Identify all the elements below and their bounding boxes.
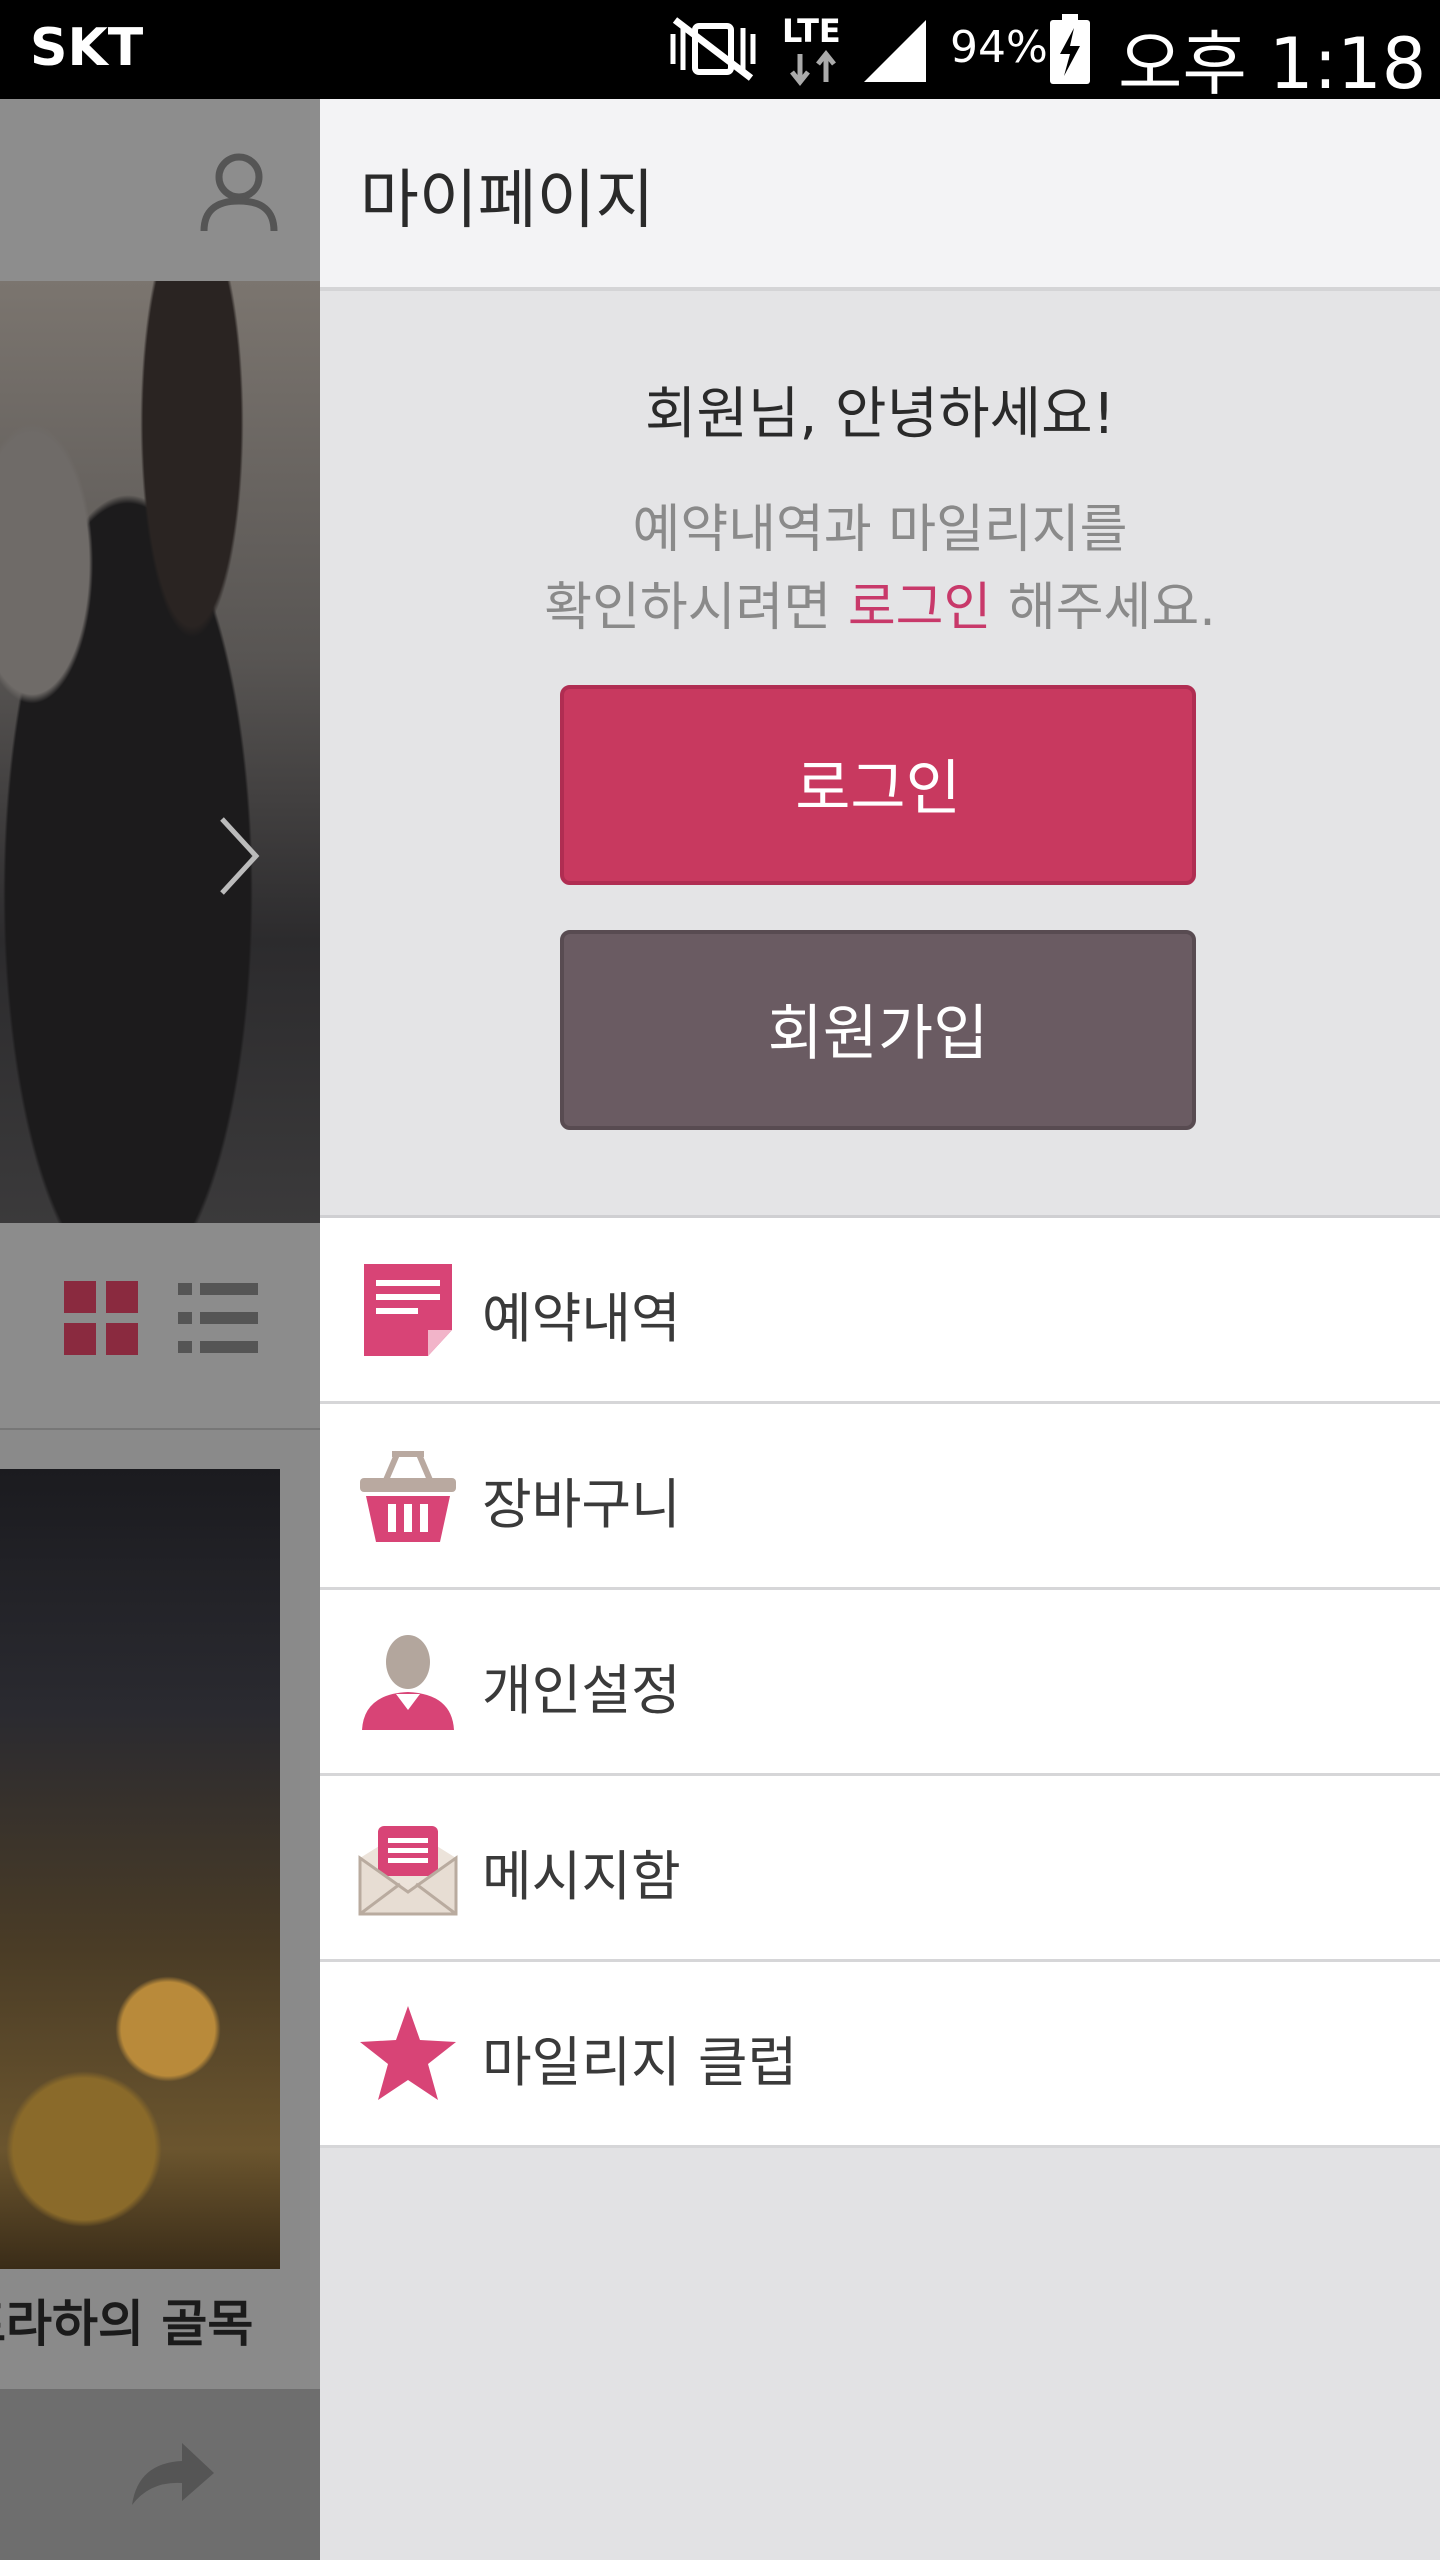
- menu-item-reservations[interactable]: 예약내역: [320, 1218, 1440, 1404]
- login-prompt-link: 로그인: [847, 578, 992, 638]
- login-prompt-text: 예약내역과 마일리지를 확인하시려면 로그인 해주세요.: [320, 491, 1440, 647]
- basket-icon: [358, 1446, 458, 1546]
- menu-item-messages[interactable]: 메시지함: [320, 1776, 1440, 1962]
- person-icon: [358, 1632, 458, 1732]
- user-profile-icon[interactable]: [196, 149, 282, 239]
- carrier-label: SKT: [30, 18, 144, 78]
- login-prompt-pre: 확인하시려면: [544, 578, 848, 638]
- drawer-header: 마이페이지: [320, 99, 1440, 291]
- menu-label: 마일리지 클럽: [482, 2031, 798, 2094]
- login-prompt-line2: 확인하시려면 로그인 해주세요.: [320, 569, 1440, 647]
- page-title: 마이페이지: [360, 164, 655, 238]
- grid-view-icon[interactable]: [64, 1281, 138, 1359]
- background-card-caption: 프라하의 골목: [0, 2295, 254, 2353]
- list-view-icon[interactable]: [178, 1281, 258, 1359]
- signal-icon: [860, 16, 930, 86]
- greeting-text: 회원님, 안녕하세요!: [644, 382, 1116, 447]
- menu-item-mileage-club[interactable]: 마일리지 클럽: [320, 1962, 1440, 2148]
- background-app: 프라하의 골목: [0, 99, 320, 2560]
- status-bar: SKT LTE 94% 오후 1:18: [0, 0, 1440, 105]
- menu-label: 개인설정: [482, 1659, 681, 1722]
- menu-label: 예약내역: [482, 1287, 681, 1350]
- next-arrow-icon[interactable]: [214, 811, 264, 905]
- share-icon[interactable]: [128, 2439, 218, 2513]
- background-photo: [0, 281, 320, 1223]
- battery-percent: 94%: [950, 22, 1048, 73]
- background-header: [0, 99, 320, 281]
- lte-icon: LTE: [780, 10, 850, 94]
- background-bottom-bar: [0, 2389, 320, 2560]
- reservation-icon: [358, 1260, 458, 1360]
- view-toggle-bar: [0, 1223, 320, 1430]
- mypage-drawer: 마이페이지 회원님, 안녕하세요! 예약내역과 마일리지를 확인하시려면 로그인…: [320, 99, 1440, 2560]
- mute-vibrate-icon: [665, 14, 760, 88]
- login-prompt-post: 해주세요.: [991, 578, 1216, 638]
- signup-button[interactable]: 회원가입: [560, 930, 1196, 1130]
- background-city-photo[interactable]: [0, 1469, 280, 2269]
- menu-item-basket[interactable]: 장바구니: [320, 1404, 1440, 1590]
- welcome-panel: 회원님, 안녕하세요! 예약내역과 마일리지를 확인하시려면 로그인 해주세요.…: [320, 291, 1440, 1218]
- svg-text:LTE: LTE: [782, 12, 841, 50]
- login-prompt-line1: 예약내역과 마일리지를: [632, 500, 1128, 560]
- menu-label: 메시지함: [482, 1845, 681, 1908]
- clock: 오후 1:18: [1118, 23, 1427, 105]
- menu-label: 장바구니: [482, 1473, 681, 1536]
- star-icon: [358, 2004, 458, 2104]
- login-button[interactable]: 로그인: [560, 685, 1196, 885]
- battery-charging-icon: [1048, 14, 1092, 90]
- mypage-menu: 예약내역 장바구니 개인설정 메시지함 마일리지 클럽: [320, 1218, 1440, 2148]
- message-icon: [358, 1818, 458, 1918]
- menu-item-settings[interactable]: 개인설정: [320, 1590, 1440, 1776]
